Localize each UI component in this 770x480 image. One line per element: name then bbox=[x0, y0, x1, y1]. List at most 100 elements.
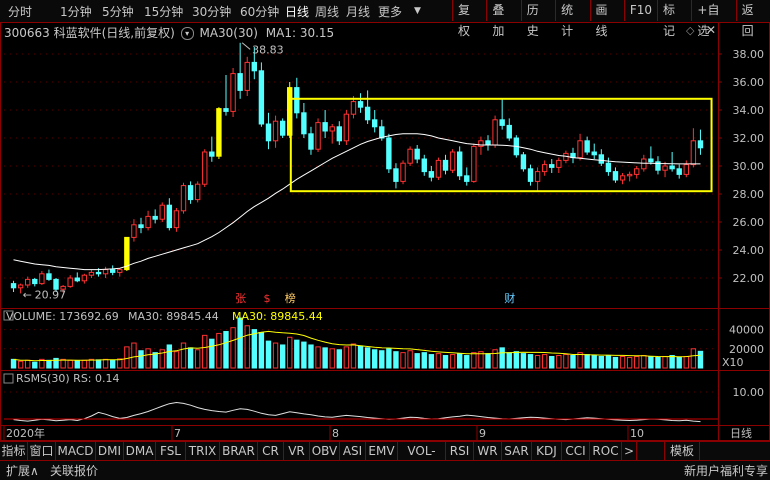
candle-body bbox=[676, 168, 682, 175]
candle-body bbox=[478, 140, 484, 147]
indicator-tab-rsi[interactable]: RSI bbox=[446, 442, 474, 460]
indicator-tab-cci[interactable]: CCI bbox=[562, 442, 590, 460]
candle-body bbox=[272, 120, 279, 142]
candle-body bbox=[520, 154, 527, 170]
candle-body bbox=[336, 126, 342, 142]
volume-bar bbox=[464, 355, 470, 369]
candle-body bbox=[456, 151, 463, 177]
volume-bar bbox=[626, 356, 633, 369]
candle-body bbox=[173, 210, 180, 229]
high-pointer bbox=[241, 42, 251, 50]
indicator-tab-emv[interactable]: EMV bbox=[366, 442, 398, 460]
indicator-tab-sar[interactable]: SAR bbox=[502, 442, 532, 460]
candle-body bbox=[357, 101, 364, 108]
y-tick-label: 38.00 bbox=[733, 48, 765, 61]
vol-tick-20000: 20000 bbox=[729, 343, 764, 356]
candle-body bbox=[683, 164, 689, 175]
volume-bar bbox=[513, 351, 520, 369]
price-chart[interactable]: 38.83 ← 20.97 张 $ 榜 财 38.00 36.00 34.00 32.00 30.0… bbox=[0, 0, 770, 441]
volume-bar bbox=[10, 358, 17, 369]
candle-body bbox=[17, 284, 24, 289]
related-quote-button[interactable]: 关联报价 bbox=[50, 462, 98, 479]
candle-body bbox=[350, 101, 357, 115]
info-circle-icon[interactable]: ▾ bbox=[180, 27, 194, 40]
diamond-icon[interactable]: ◇ bbox=[686, 24, 694, 37]
volume-bar bbox=[109, 359, 116, 369]
candle-body bbox=[541, 164, 548, 173]
volume-bar bbox=[343, 346, 350, 369]
volume-bar bbox=[173, 351, 180, 369]
volume-bar bbox=[223, 331, 229, 369]
status-bar: 扩展∧ 关联报价 新用户福利专享 bbox=[0, 460, 770, 480]
month-label: 10 bbox=[630, 427, 644, 440]
y-tick-label: 26.00 bbox=[733, 216, 765, 229]
indicator-tab-dmi[interactable]: DMI bbox=[96, 442, 124, 460]
indicator-tab-macd[interactable]: MACD bbox=[56, 442, 96, 460]
indicator-tab-fsl[interactable]: FSL bbox=[156, 442, 186, 460]
rsms-label: RSMS(30) RS: 0.14 bbox=[16, 372, 120, 385]
event-marker: 张 bbox=[235, 292, 246, 305]
volume-bar bbox=[520, 353, 527, 369]
candle-body bbox=[244, 61, 250, 91]
volume-bar bbox=[244, 325, 250, 369]
candle-body bbox=[322, 122, 328, 132]
volume-bar bbox=[549, 355, 555, 369]
candle-body bbox=[379, 126, 385, 139]
close-icon[interactable]: ✕ bbox=[706, 23, 716, 37]
candle-body bbox=[584, 140, 590, 153]
volume-bars bbox=[10, 317, 704, 369]
indicator-tab-obv[interactable]: OBV bbox=[310, 442, 340, 460]
indicator-tab-roc[interactable]: ROC bbox=[590, 442, 622, 460]
candle-body bbox=[102, 269, 109, 275]
new-user-promo[interactable]: 新用户福利专享 bbox=[684, 462, 768, 479]
candle-body bbox=[549, 164, 555, 168]
volume-bar bbox=[272, 342, 279, 369]
ma30-path bbox=[13, 133, 701, 271]
indicator-tab[interactable]: 指标 bbox=[0, 442, 28, 460]
indicator-tab-asi[interactable]: ASI bbox=[340, 442, 366, 460]
volume-bar bbox=[697, 350, 704, 369]
period-corner-label: 日线 bbox=[730, 426, 752, 440]
low-label: 20.97 bbox=[35, 288, 67, 301]
candle-body bbox=[372, 119, 378, 128]
volume-bar bbox=[407, 350, 413, 369]
volume-bar bbox=[676, 356, 682, 369]
indicator-tab-wr[interactable]: WR bbox=[474, 442, 502, 460]
volume-bar bbox=[690, 348, 697, 369]
expand-button[interactable]: 扩展∧ bbox=[6, 462, 39, 479]
template-button[interactable]: 模板 bbox=[664, 442, 700, 460]
indicator-tab-kdj[interactable]: KDJ bbox=[532, 442, 562, 460]
month-label: 9 bbox=[479, 427, 486, 440]
candle-body bbox=[74, 277, 80, 282]
candle-body bbox=[527, 168, 534, 182]
volume-bar bbox=[492, 349, 498, 369]
candle-body bbox=[506, 124, 512, 139]
candle-body bbox=[251, 61, 258, 72]
volume-bar bbox=[336, 349, 342, 369]
window-tab[interactable]: 窗口 bbox=[28, 442, 56, 460]
y-tick-label: 28.00 bbox=[733, 188, 765, 201]
ma-value: MA1: 30.15 bbox=[265, 26, 335, 40]
indicator-tab-vol-tdx[interactable]: VOL-TDX bbox=[398, 442, 446, 476]
volume-bar bbox=[641, 355, 647, 369]
indicator-tab-dma[interactable]: DMA bbox=[124, 442, 156, 460]
candle-body bbox=[648, 158, 654, 163]
candle-body bbox=[421, 158, 427, 173]
indicator-tab-brar[interactable]: BRAR bbox=[220, 442, 258, 460]
candle-body bbox=[577, 140, 583, 159]
candle-body bbox=[364, 106, 371, 121]
candle-body bbox=[117, 269, 123, 273]
y-tick-label: 32.00 bbox=[733, 132, 765, 145]
candle-body bbox=[626, 173, 633, 177]
indicator-tab-cr[interactable]: CR bbox=[258, 442, 284, 460]
volume-bar bbox=[379, 350, 385, 369]
candle-body bbox=[449, 151, 456, 171]
more-tabs-arrow-icon[interactable]: > bbox=[622, 442, 637, 460]
indicator-tab-trix[interactable]: TRIX bbox=[186, 442, 220, 460]
candle-body bbox=[180, 185, 187, 212]
candle-body bbox=[237, 73, 243, 91]
indicator-tab-vr[interactable]: VR bbox=[284, 442, 310, 460]
candle-body bbox=[697, 140, 704, 149]
event-marker: 财 bbox=[504, 291, 515, 305]
volume-bar bbox=[442, 355, 449, 369]
